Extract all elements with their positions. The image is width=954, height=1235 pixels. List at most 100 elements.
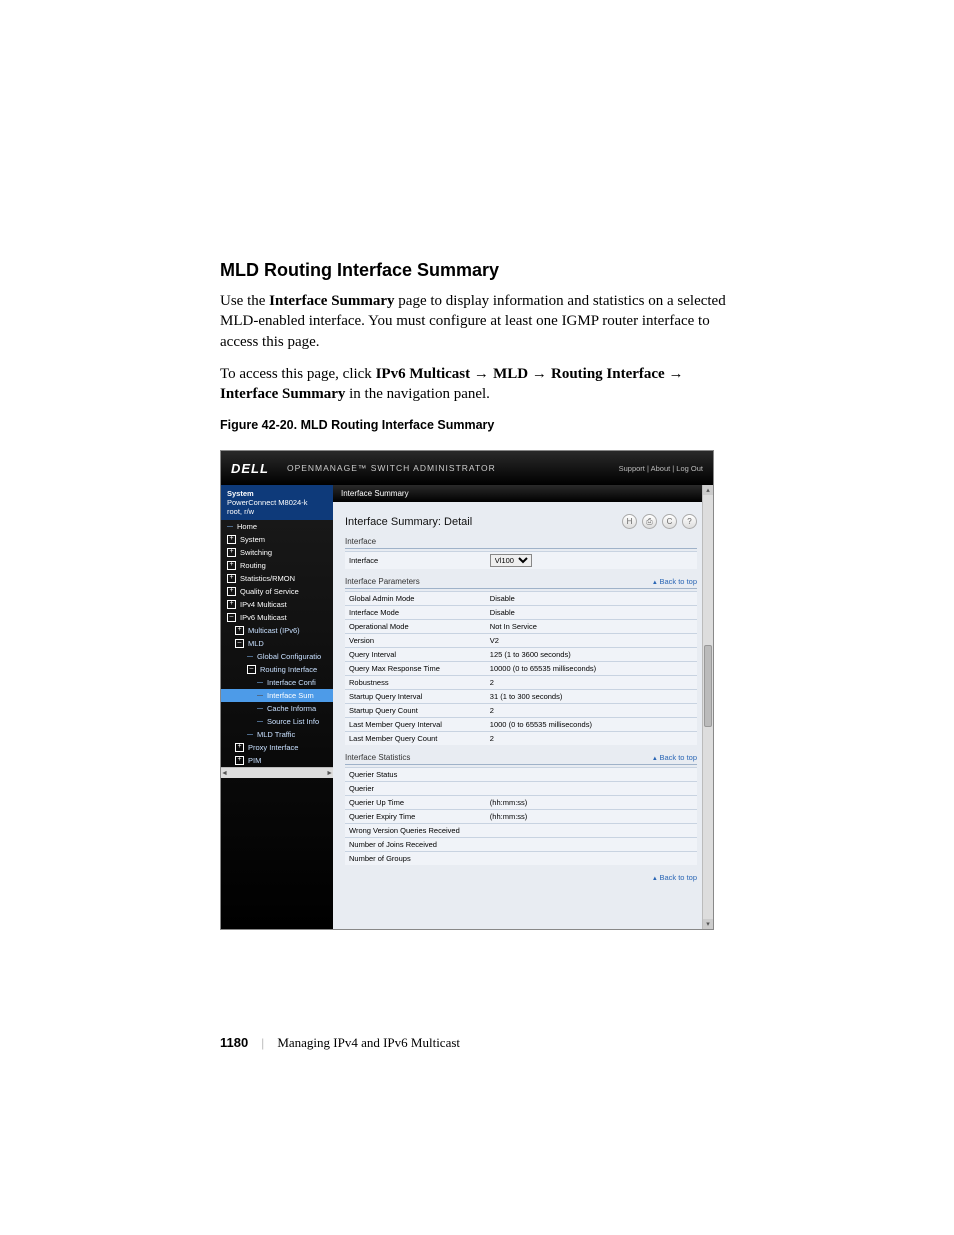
nav-pim[interactable]: PIM xyxy=(221,754,333,767)
top-links[interactable]: Support | About | Log Out xyxy=(619,464,703,473)
print-icon[interactable]: ⎙ xyxy=(642,514,657,529)
save-icon[interactable]: H xyxy=(622,514,637,529)
nav-switching[interactable]: Switching xyxy=(221,546,333,559)
scroll-down-icon[interactable]: ▾ xyxy=(703,919,713,929)
param-value: 2 xyxy=(486,676,697,690)
table-row: Operational ModeNot In Service xyxy=(345,620,697,634)
param-name: Startup Query Count xyxy=(345,704,486,718)
system-label: System xyxy=(227,489,327,498)
collapse-icon[interactable] xyxy=(227,613,236,622)
back-to-top-link[interactable]: Back to top xyxy=(652,753,697,762)
table-row: Last Member Query Count2 xyxy=(345,732,697,746)
param-value: 1000 (0 to 65535 milliseconds) xyxy=(486,718,697,732)
expand-icon[interactable] xyxy=(227,548,236,557)
expand-icon[interactable] xyxy=(227,587,236,596)
nav-source-list-info[interactable]: Source List Info xyxy=(221,715,333,728)
param-value xyxy=(486,838,697,852)
expand-icon[interactable] xyxy=(235,743,244,752)
text: To access this page, click xyxy=(220,366,376,382)
table-row: Query Interval125 (1 to 3600 seconds) xyxy=(345,648,697,662)
table-row: VersionV2 xyxy=(345,634,697,648)
collapse-icon[interactable] xyxy=(247,665,256,674)
param-name: Querier Expiry Time xyxy=(345,810,486,824)
nav-routing[interactable]: Routing xyxy=(221,559,333,572)
interface-select[interactable]: Vl100 xyxy=(490,554,532,567)
collapse-icon[interactable] xyxy=(235,639,244,648)
page-footer: 1180 | Managing IPv4 and IPv6 Multicast xyxy=(220,1035,460,1051)
text: in the navigation panel. xyxy=(345,386,490,402)
nav-cache-info[interactable]: Cache Informa xyxy=(221,702,333,715)
back-to-top-link[interactable]: Back to top xyxy=(652,577,697,586)
nav-system[interactable]: System xyxy=(221,533,333,546)
param-value: Not In Service xyxy=(486,620,697,634)
interface-parameters-table: Global Admin ModeDisableInterface ModeDi… xyxy=(345,591,697,745)
content-pane: Interface Summary Interface Summary: Det… xyxy=(333,485,713,929)
table-row: Startup Query Interval31 (1 to 300 secon… xyxy=(345,690,697,704)
nav-ipv6-multicast[interactable]: IPv6 Multicast xyxy=(221,611,333,624)
scroll-left-icon[interactable]: ◄ xyxy=(221,770,228,777)
nav-interface-summary[interactable]: Interface Sum xyxy=(221,689,333,702)
table-row: Interface Vl100 xyxy=(345,552,697,570)
term-interface-summary: Interface Summary xyxy=(269,293,394,309)
nav-home[interactable]: Home xyxy=(221,520,333,533)
nav-mld-traffic[interactable]: MLD Traffic xyxy=(221,728,333,741)
param-value: 125 (1 to 3600 seconds) xyxy=(486,648,697,662)
nav-mld[interactable]: MLD xyxy=(221,637,333,650)
nav-qos[interactable]: Quality of Service xyxy=(221,585,333,598)
param-value: Disable xyxy=(486,606,697,620)
param-value xyxy=(486,852,697,866)
nav-path-interface-summary: Interface Summary xyxy=(220,386,345,402)
nav-proxy-interface[interactable]: Proxy Interface xyxy=(221,741,333,754)
param-value xyxy=(486,782,697,796)
param-name: Operational Mode xyxy=(345,620,486,634)
chapter-title: Managing IPv4 and IPv6 Multicast xyxy=(277,1035,460,1050)
table-row: Number of Joins Received xyxy=(345,838,697,852)
refresh-icon[interactable]: C xyxy=(662,514,677,529)
content-vscrollbar[interactable]: ▴ ▾ xyxy=(702,485,713,929)
interface-selector-table: Interface Vl100 xyxy=(345,551,697,569)
param-name: Interface Mode xyxy=(345,606,486,620)
scrollbar-thumb[interactable] xyxy=(704,645,712,727)
help-icon[interactable]: ? xyxy=(682,514,697,529)
nav-global-config[interactable]: Global Configuratio xyxy=(221,650,333,663)
expand-icon[interactable] xyxy=(235,626,244,635)
detail-title: Interface Summary: Detail xyxy=(345,516,472,528)
nav-interface-config[interactable]: Interface Confi xyxy=(221,676,333,689)
section-interface-statistics: Interface Statistics xyxy=(345,753,410,762)
expand-icon[interactable] xyxy=(235,756,244,765)
table-row: Last Member Query Interval1000 (0 to 655… xyxy=(345,718,697,732)
embedded-screenshot: DELL OPENMANAGE™ SWITCH ADMINISTRATOR Su… xyxy=(220,450,714,930)
back-to-top-link[interactable]: Back to top xyxy=(652,873,697,882)
nav-routing-interface[interactable]: Routing Interface xyxy=(221,663,333,676)
expand-icon[interactable] xyxy=(227,574,236,583)
param-name: Number of Groups xyxy=(345,852,486,866)
table-row: Query Max Response Time10000 (0 to 65535… xyxy=(345,662,697,676)
nav-multicast-ipv6[interactable]: Multicast (IPv6) xyxy=(221,624,333,637)
scroll-up-icon[interactable]: ▴ xyxy=(703,485,713,495)
section-interface-parameters: Interface Parameters xyxy=(345,577,420,586)
expand-icon[interactable] xyxy=(227,535,236,544)
arrow-icon: → xyxy=(474,365,493,382)
table-row: Wrong Version Queries Received xyxy=(345,824,697,838)
param-name: Querier Up Time xyxy=(345,796,486,810)
table-row: Number of Groups xyxy=(345,852,697,866)
param-value: 10000 (0 to 65535 milliseconds) xyxy=(486,662,697,676)
sidebar-hscrollbar[interactable]: ◄► xyxy=(221,767,333,778)
param-name: Version xyxy=(345,634,486,648)
nav-stats-rmon[interactable]: Statistics/RMON xyxy=(221,572,333,585)
param-name: Number of Joins Received xyxy=(345,838,486,852)
system-model: PowerConnect M8024-k xyxy=(227,498,327,507)
page-number: 1180 xyxy=(220,1035,248,1050)
expand-icon[interactable] xyxy=(227,561,236,570)
expand-icon[interactable] xyxy=(227,600,236,609)
scroll-right-icon[interactable]: ► xyxy=(326,770,333,777)
section-interface: Interface xyxy=(345,537,376,546)
nav-ipv4-multicast[interactable]: IPv4 Multicast xyxy=(221,598,333,611)
table-row: Querier Status xyxy=(345,768,697,782)
brand-logo: DELL xyxy=(231,461,269,476)
table-row: Querier Up Time(hh:mm:ss) xyxy=(345,796,697,810)
param-name: Query Interval xyxy=(345,648,486,662)
figure-caption: Figure 42-20. MLD Routing Interface Summ… xyxy=(220,418,734,432)
system-info-box: System PowerConnect M8024-k root, r/w xyxy=(221,485,333,520)
intro-paragraph-1: Use the Interface Summary page to displa… xyxy=(220,291,734,352)
